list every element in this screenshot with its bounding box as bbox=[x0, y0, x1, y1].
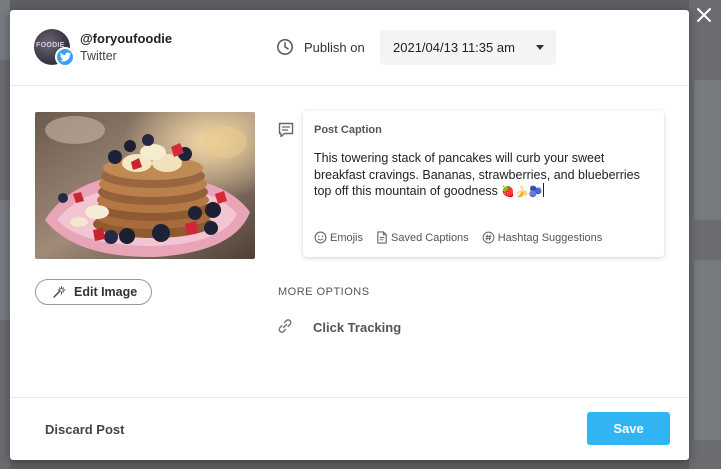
caption-title: Post Caption bbox=[314, 124, 382, 136]
background-tile bbox=[0, 200, 10, 320]
text-cursor bbox=[542, 183, 544, 197]
link-icon bbox=[278, 319, 292, 333]
chevron-down-icon bbox=[536, 45, 544, 50]
pancake-photo bbox=[35, 112, 255, 259]
click-tracking-option[interactable]: Click Tracking bbox=[313, 320, 401, 335]
edit-image-button[interactable]: Edit Image bbox=[35, 279, 152, 305]
hashtag-suggestions-button[interactable]: Hashtag Suggestions bbox=[482, 231, 603, 244]
save-button[interactable]: Save bbox=[587, 412, 670, 445]
caption-emojis: 🍓🍌🫐 bbox=[501, 186, 543, 198]
more-options-heading: MORE OPTIONS bbox=[278, 286, 370, 298]
twitter-badge bbox=[55, 47, 75, 67]
background-tile bbox=[694, 260, 721, 440]
caption-toolbar: Emojis Saved Captions Hashtag Suggestion… bbox=[314, 231, 615, 244]
account-avatar: FOODIE bbox=[34, 29, 75, 69]
caption-text: This towering stack of pancakes will cur… bbox=[314, 151, 640, 198]
close-modal-button[interactable] bbox=[693, 6, 715, 28]
clock-icon bbox=[277, 39, 293, 55]
emojis-button[interactable]: Emojis bbox=[314, 231, 363, 244]
document-icon bbox=[377, 231, 387, 244]
publish-on-label: Publish on bbox=[304, 40, 365, 55]
modal-header: FOODIE @foryoufoodie Twitter Publish on … bbox=[10, 10, 689, 86]
caption-editor[interactable]: Post Caption This towering stack of panc… bbox=[303, 111, 664, 257]
post-editor-modal: FOODIE @foryoufoodie Twitter Publish on … bbox=[10, 10, 689, 460]
edit-image-label: Edit Image bbox=[74, 285, 138, 299]
account-network: Twitter bbox=[80, 49, 117, 63]
saved-captions-label: Saved Captions bbox=[391, 231, 469, 244]
publish-datetime-select[interactable]: 2021/04/13 11:35 am bbox=[380, 30, 556, 65]
modal-footer: Discard Post Save bbox=[10, 397, 689, 460]
twitter-bird-icon bbox=[59, 52, 71, 62]
message-icon bbox=[278, 122, 294, 138]
hashtag-suggestions-label: Hashtag Suggestions bbox=[497, 231, 603, 244]
discard-post-button[interactable]: Discard Post bbox=[45, 422, 124, 437]
hashtag-icon bbox=[482, 231, 495, 244]
publish-datetime-value: 2021/04/13 11:35 am bbox=[393, 40, 515, 55]
close-icon bbox=[697, 8, 711, 22]
emojis-label: Emojis bbox=[330, 231, 364, 244]
background-tile bbox=[694, 80, 721, 220]
background-tile bbox=[0, 0, 10, 60]
caption-textarea[interactable]: This towering stack of pancakes will cur… bbox=[314, 150, 649, 201]
magic-wand-icon bbox=[53, 286, 66, 298]
post-image bbox=[35, 112, 255, 259]
saved-captions-button[interactable]: Saved Captions bbox=[376, 231, 469, 244]
account-handle: @foryoufoodie bbox=[80, 31, 173, 46]
smiley-icon bbox=[314, 231, 327, 244]
